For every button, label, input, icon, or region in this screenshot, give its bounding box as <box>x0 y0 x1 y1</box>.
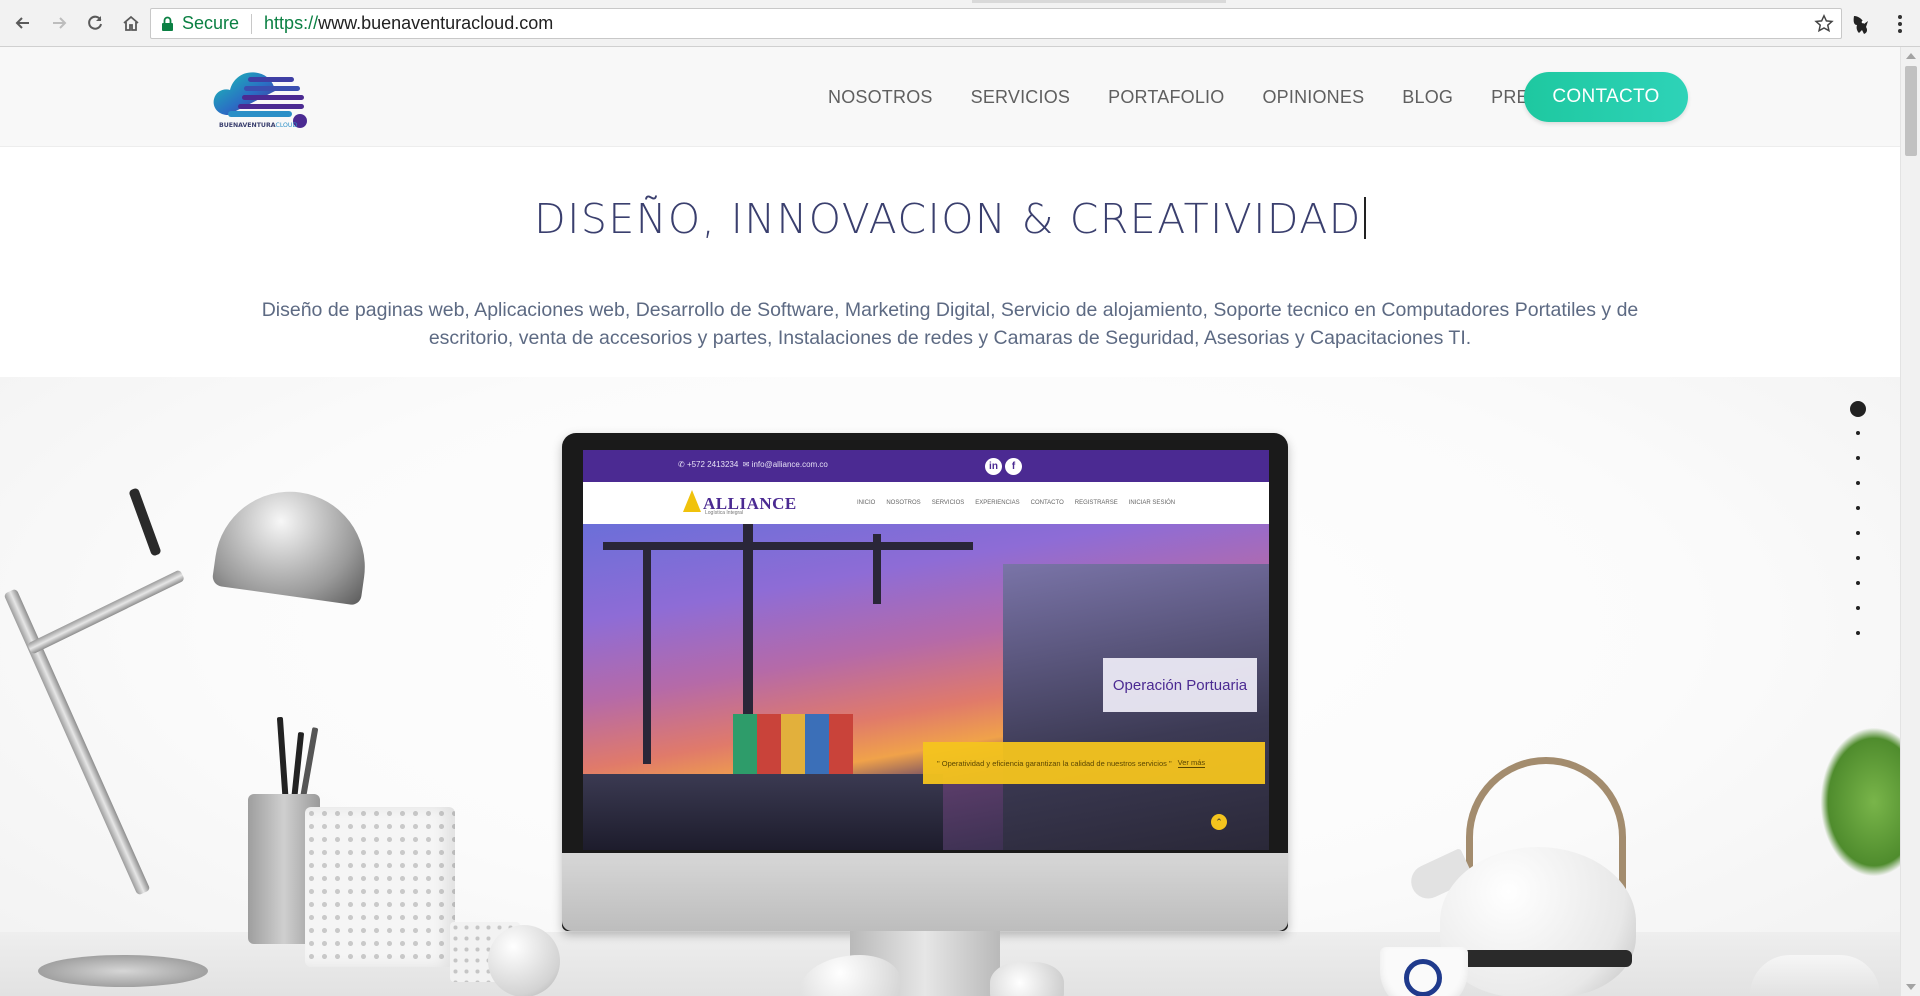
back-button[interactable] <box>6 6 40 40</box>
nav-portafolio[interactable]: PORTAFOLIO <box>1108 87 1224 108</box>
screen-contact: ✆ +572 2413234 ✉ info@alliance.com.co <box>678 460 828 469</box>
svg-text:BUENAVENTURACLOUD: BUENAVENTURACLOUD <box>219 122 297 129</box>
plant <box>1820 727 1900 877</box>
screen-nav-item: CONTACTO <box>1030 500 1064 506</box>
slide-navigation <box>1850 401 1866 656</box>
scroll-thumb[interactable] <box>1905 66 1917 156</box>
hero-title: DISEÑO, INNOVACION & CREATIVIDAD <box>0 195 1900 243</box>
screen-phone: +572 2413234 <box>686 460 739 469</box>
forward-button[interactable] <box>42 6 76 40</box>
screen-nav-item: EXPERIENCIAS <box>975 500 1020 506</box>
slide-dot[interactable] <box>1856 631 1860 635</box>
facebook-icon: f <box>1005 458 1022 475</box>
crane-tower <box>743 524 753 724</box>
screen-nav-item: REGISTRARSE <box>1074 500 1118 506</box>
screen-email: info@alliance.com.co <box>751 460 828 469</box>
reload-icon <box>88 15 102 30</box>
hero-scene: ✆ +572 2413234 ✉ info@alliance.com.co in… <box>0 377 1900 996</box>
page-scrollbar[interactable] <box>1900 47 1920 996</box>
tab-strip-hint <box>972 0 1226 3</box>
site-header: BUENAVENTURACLOUD NOSOTROS SERVICIOS POR… <box>0 47 1900 147</box>
screen-nav-item: INICIAR SESIÓN <box>1128 500 1176 506</box>
screen-topbar: ✆ +572 2413234 ✉ info@alliance.com.co in… <box>583 450 1269 482</box>
teacup-pattern <box>1404 959 1442 996</box>
main-nav: NOSOTROS SERVICIOS PORTAFOLIO OPINIONES … <box>828 87 1612 108</box>
slide-dot[interactable] <box>1856 531 1860 535</box>
omnibox-divider <box>251 13 253 34</box>
url-host: www.buenaventuracloud.com <box>318 13 554 33</box>
ver-mas-link: Ver más <box>1177 758 1206 768</box>
slide-dot[interactable] <box>1856 581 1860 585</box>
home-button[interactable] <box>114 6 148 40</box>
perforated-holder <box>305 807 455 967</box>
screen-nav: ALLIANCE Logística Integral INICIO NOSOT… <box>583 482 1269 524</box>
port-photo: Operación Portuaria " Operatividad y efi… <box>583 524 1269 850</box>
slide-dot[interactable] <box>1856 556 1860 560</box>
secure-label: Secure <box>182 13 240 33</box>
operacion-portuaria-label: Operación Portuaria <box>1103 658 1257 712</box>
kettle-band <box>1446 950 1632 967</box>
screen-nav-item: NOSOTROS <box>886 500 921 506</box>
buenaventuracloud-logo[interactable]: BUENAVENTURACLOUD <box>208 63 314 133</box>
back-arrow-icon <box>15 17 29 29</box>
linkedin-icon: in <box>985 458 1002 475</box>
screen-quote-box: " Operatividad y eficiencia garantizan l… <box>923 742 1265 784</box>
lock-icon <box>162 16 173 31</box>
screen-nav-item: SERVICIOS <box>931 500 965 506</box>
star-icon[interactable] <box>1813 13 1835 35</box>
crane-tower <box>643 544 651 764</box>
lamp-base <box>38 955 208 987</box>
extension-icon[interactable] <box>1848 11 1874 37</box>
slide-dot-active[interactable] <box>1850 401 1866 417</box>
url-text[interactable]: https://www.buenaventuracloud.com <box>264 13 553 34</box>
decor-ball <box>488 925 560 996</box>
monitor-screen: ✆ +572 2413234 ✉ info@alliance.com.co in… <box>583 450 1269 850</box>
page-viewport: BUENAVENTURACLOUD NOSOTROS SERVICIOS POR… <box>0 47 1900 996</box>
screen-quote: " Operatividad y eficiencia garantizan l… <box>937 758 1172 768</box>
nav-blog[interactable]: BLOG <box>1402 87 1453 108</box>
hero-title-text: DISEÑO, INNOVACION & CREATIVIDAD <box>534 195 1362 243</box>
monitor-chin <box>562 853 1288 931</box>
alliance-tagline: Logística Integral <box>705 510 744 516</box>
address-bar[interactable]: Secure https://www.buenaventuracloud.com <box>150 8 1842 39</box>
screen-nav-item: INICIO <box>857 500 876 506</box>
slide-dot[interactable] <box>1856 506 1860 510</box>
scroll-down-arrow[interactable] <box>1906 984 1916 990</box>
scroll-up-icon: ⌃ <box>1211 814 1227 830</box>
scroll-up-arrow[interactable] <box>1906 53 1916 59</box>
slide-dot[interactable] <box>1856 481 1860 485</box>
home-icon <box>123 15 139 31</box>
crumpled-paper <box>990 962 1064 996</box>
crane-beam <box>603 542 973 550</box>
slide-dot[interactable] <box>1856 431 1860 435</box>
ship-hull <box>583 774 943 850</box>
screen-mini-nav: INICIO NOSOTROS SERVICIOS EXPERIENCIAS C… <box>857 500 1175 506</box>
browser-toolbar: Secure https://www.buenaventuracloud.com <box>0 0 1920 47</box>
contact-button[interactable]: CONTACTO <box>1524 72 1688 122</box>
url-scheme: https:// <box>264 13 319 33</box>
nav-opiniones[interactable]: OPINIONES <box>1262 87 1364 108</box>
typing-caret <box>1363 197 1366 239</box>
security-indicator[interactable]: Secure <box>161 13 239 34</box>
headphones <box>1750 955 1880 996</box>
nav-nosotros[interactable]: NOSOTROS <box>828 87 933 108</box>
hero-subtitle: Diseño de paginas web, Aplicaciones web,… <box>261 299 1639 349</box>
slide-dot[interactable] <box>1856 606 1860 610</box>
alliance-triangle-icon <box>683 490 701 512</box>
slide-dot[interactable] <box>1856 456 1860 460</box>
menu-icon[interactable] <box>1888 11 1912 37</box>
crane-cable <box>873 534 881 604</box>
forward-arrow-icon <box>53 17 67 29</box>
reload-button[interactable] <box>78 6 112 40</box>
kettle <box>1440 847 1636 996</box>
nav-servicios[interactable]: SERVICIOS <box>971 87 1071 108</box>
